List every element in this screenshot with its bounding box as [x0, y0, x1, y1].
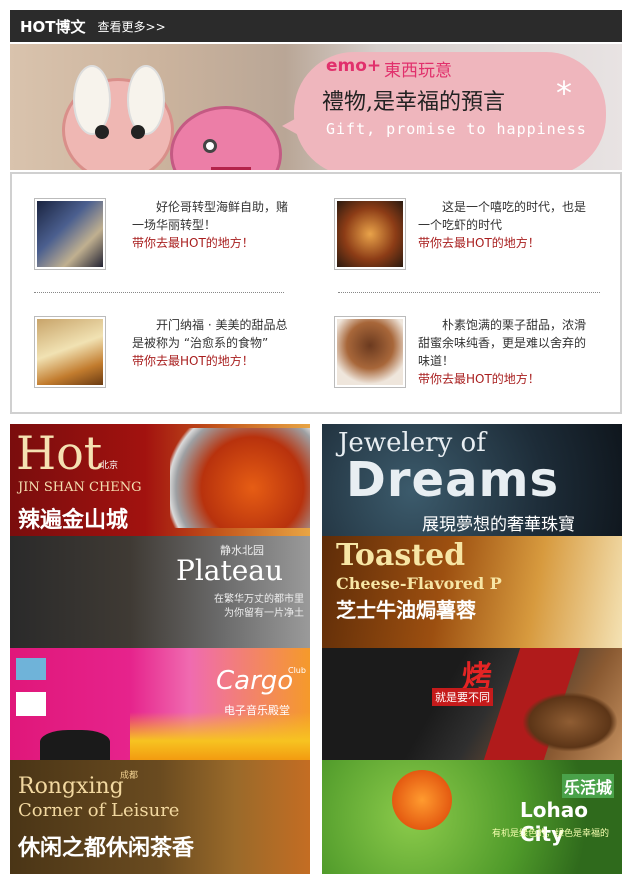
banner-slogan-cn: 禮物,是幸福的預言 — [322, 90, 505, 115]
tile-line: 在繁华万丈的都市里 — [214, 594, 304, 605]
tile-title: Rongxing — [18, 774, 124, 799]
brand-logo: emo+ — [326, 56, 382, 76]
brand-logo-cn: 東西玩意 — [384, 61, 452, 81]
post-link[interactable]: 带你去最HOT的地方！ — [418, 234, 596, 252]
star-icon: * — [556, 74, 572, 112]
doll-eye — [203, 139, 217, 153]
rabbit-ear-left — [73, 65, 111, 135]
tile-rongxing[interactable]: 成都 Rongxing Corner of Leisure 休闲之都休闲茶香 — [10, 760, 310, 874]
tile-title: Cargo — [216, 666, 294, 696]
feature-tile-grid: Hot 北京 JIN SHAN CHENG 辣遍金山城 Jewelery of … — [10, 424, 622, 874]
post-summary: 开门纳福 · 美美的甜品总是被称为 “治愈系的食物” — [132, 318, 288, 350]
tile-jin-shan-cheng[interactable]: Hot 北京 JIN SHAN CHENG 辣遍金山城 — [10, 424, 310, 536]
post-summary: 朴素饱满的栗子甜品，浓滑甜蜜余味纯香，更是难以舍弃的味道！ — [418, 318, 587, 368]
section-header: HOT博文 查看更多>> — [10, 10, 622, 42]
tile-line: 为你留有一片净土 — [224, 608, 304, 619]
tile-title: Hot — [16, 426, 103, 480]
orange-fruit-image — [392, 770, 452, 830]
plush-rabbit-image — [62, 65, 174, 170]
section-title: HOT博文 — [20, 17, 86, 36]
post-item: 这是一个嘻吃的时代，也是一个吃虾的时代 带你去最HOT的地方！ — [418, 198, 596, 252]
tile-cargo-club[interactable]: Cargo Club 电子音乐殿堂 — [10, 648, 310, 760]
tile-caption-cn: 展現夢想的奢華珠寶 — [422, 515, 575, 535]
doll-mouth — [211, 167, 251, 170]
tile-grill[interactable]: 烤 就是要不同 — [322, 648, 622, 760]
tile-subtitle: Corner of Leisure — [18, 800, 180, 821]
post-thumbnail[interactable] — [34, 316, 106, 388]
tile-plateau[interactable]: 静水北园 Plateau 在繁华万丈的都市里 为你留有一片净土 — [10, 536, 310, 648]
tile-caption-cn: 就是要不同 — [432, 688, 493, 706]
logo-icon — [16, 658, 46, 680]
rabbit-eye-right — [131, 125, 145, 139]
hot-posts-panel: 好伦哥转型海鲜自助，赌一场华丽转型！ 带你去最HOT的地方！ 这是一个嘻吃的时代… — [10, 172, 622, 414]
tile-title: Toasted — [336, 538, 466, 573]
tile-caption-cn: 电子音乐殿堂 — [224, 704, 290, 717]
post-item: 好伦哥转型海鲜自助，赌一场华丽转型！ 带你去最HOT的地方！ — [132, 198, 292, 252]
tile-slogan: 有机是绿色的，绿色是幸福的 — [492, 829, 610, 839]
post-summary: 好伦哥转型海鲜自助，赌一场华丽转型！ — [132, 200, 289, 232]
skyline-image — [130, 712, 310, 760]
divider — [338, 292, 600, 293]
post-link[interactable]: 带你去最HOT的地方！ — [418, 370, 596, 388]
tile-jewelery-dreams[interactable]: Jewelery of Dreams 展現夢想的奢華珠寶 — [322, 424, 622, 536]
tile-city: 北京 — [100, 461, 119, 471]
promo-banner[interactable]: emo+ 東西玩意 禮物,是幸福的預言 * Gift, promise to h… — [10, 44, 622, 170]
rabbit-eye-left — [95, 125, 109, 139]
banner-slogan-en: Gift, promise to happiness — [326, 120, 587, 138]
post-thumbnail[interactable] — [334, 198, 406, 270]
view-more-link[interactable]: 查看更多>> — [98, 18, 166, 35]
post-thumbnail[interactable] — [34, 198, 106, 270]
silhouette-image — [40, 730, 110, 760]
tile-title: Plateau — [176, 554, 284, 587]
plush-pink-doll-image — [170, 106, 282, 170]
post-item: 开门纳福 · 美美的甜品总是被称为 “治愈系的食物” 带你去最HOT的地方！ — [132, 316, 292, 370]
tile-caption-cn: 休闲之都休闲茶香 — [18, 836, 195, 861]
hotpot-image — [170, 428, 310, 528]
post-link[interactable]: 带你去最HOT的地方！ — [132, 234, 292, 252]
rabbit-ear-right — [127, 65, 165, 135]
tile-caption-cn: 辣遍金山城 — [18, 508, 129, 533]
post-link[interactable]: 带你去最HOT的地方！ — [132, 352, 292, 370]
tile-subtitle: Cheese-Flavored P — [336, 574, 502, 593]
grilled-meat-image — [522, 692, 618, 752]
tile-lohao-city[interactable]: 乐活城 Lohao City 有机是绿色的，绿色是幸福的 — [322, 760, 622, 874]
post-item: 朴素饱满的栗子甜品，浓滑甜蜜余味纯香，更是难以舍弃的味道！ 带你去最HOT的地方… — [418, 316, 596, 388]
tile-caption-cn: 乐活城 — [562, 774, 615, 798]
logo-icon — [16, 692, 46, 716]
post-thumbnail[interactable] — [334, 316, 406, 388]
divider — [34, 292, 284, 293]
tile-title: Dreams — [346, 452, 560, 508]
post-summary: 这是一个嘻吃的时代，也是一个吃虾的时代 — [418, 200, 587, 232]
tile-subtitle: JIN SHAN CHENG — [18, 480, 142, 495]
tile-toasted[interactable]: Toasted Cheese-Flavored P 芝士牛油焗薯蓉 — [322, 536, 622, 648]
tile-club: Club — [288, 666, 306, 675]
tile-caption-cn: 芝士牛油焗薯蓉 — [336, 598, 476, 622]
